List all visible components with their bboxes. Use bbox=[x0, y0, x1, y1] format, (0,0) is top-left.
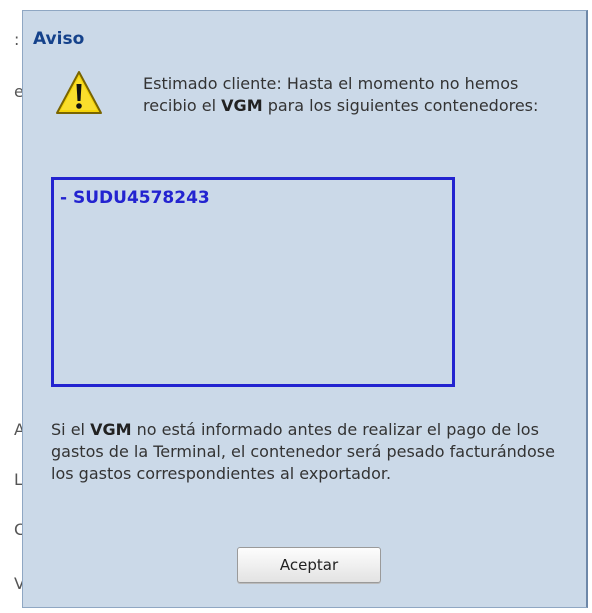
warning-dialog: Aviso Estimado cliente: Hasta el momento… bbox=[22, 10, 588, 608]
container-list-item: - SUDU4578243 bbox=[60, 188, 210, 208]
footer-vgm-label: VGM bbox=[90, 420, 132, 439]
background-text-fragment: : bbox=[14, 30, 20, 49]
container-list: - SUDU4578243 bbox=[51, 177, 455, 387]
footer-message: Si el VGM no está informado antes de rea… bbox=[51, 419, 571, 485]
dialog-title: Aviso bbox=[33, 29, 85, 49]
accept-button[interactable]: Aceptar bbox=[237, 547, 381, 583]
warning-icon bbox=[56, 71, 102, 114]
footer-text: Si el bbox=[51, 420, 91, 439]
intro-text: para los siguientes contenedores: bbox=[262, 96, 539, 115]
intro-message: Estimado cliente: Hasta el momento no he… bbox=[143, 73, 573, 117]
intro-vgm-label: VGM bbox=[221, 96, 263, 115]
